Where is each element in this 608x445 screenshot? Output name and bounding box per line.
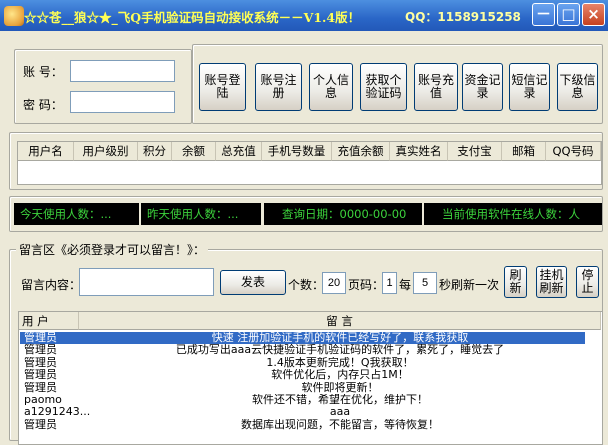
message-user: 管理员 xyxy=(24,418,57,431)
message-row[interactable]: 管理员 已成功写出aaa云快捷验证手机验证码的软件了，累死了，睡觉去了 xyxy=(20,344,585,356)
qq-contact: QQ：1158915258 xyxy=(405,10,521,24)
col-alipay[interactable]: 支付宝 xyxy=(448,142,502,161)
register-button[interactable]: 账号注 册 xyxy=(255,63,302,111)
col-email[interactable]: 邮箱 xyxy=(502,142,546,161)
message-user: 管理员 xyxy=(24,344,57,357)
message-row[interactable]: 管理员 数据库出现问题，不能留言，等待恢复！ xyxy=(20,419,585,431)
password-label: 密 码： xyxy=(23,98,63,112)
col-real-name[interactable]: 真实姓名 xyxy=(390,142,448,161)
message-text: 数据库出现问题，不能留言，等待恢复！ xyxy=(241,418,439,431)
account-input[interactable] xyxy=(70,60,175,82)
col-points[interactable]: 积分 xyxy=(138,142,172,161)
interval-input[interactable] xyxy=(413,272,437,294)
password-input[interactable] xyxy=(70,91,175,113)
page-input[interactable] xyxy=(382,272,397,294)
profile-button[interactable]: 个人信 息 xyxy=(309,63,353,111)
subordinate-info-button[interactable]: 下级信 息 xyxy=(557,63,598,111)
count-label: 个数： xyxy=(288,278,325,292)
message-text: 软件优化后，内存只占1M！ xyxy=(271,369,409,382)
query-date: 查询日期：0000-00-00 xyxy=(264,203,422,225)
app-icon[interactable] xyxy=(4,6,24,26)
today-users: 今天使用人数：... xyxy=(14,203,139,225)
content-label: 留言内容： xyxy=(21,278,82,292)
message-row[interactable]: 管理员 1.4版本更新完成！Q我获取！ xyxy=(20,357,585,369)
message-user: 管理员 xyxy=(24,381,57,394)
maximize-button[interactable]: □ xyxy=(557,3,580,26)
message-text: 已成功写出aaa云快捷验证手机验证码的软件了，累死了，睡觉去了 xyxy=(175,344,505,357)
message-user: 管理员 xyxy=(24,369,57,382)
message-row[interactable]: 管理员 快速 注册加验证手机的软件已经写好了，联系我获取 xyxy=(20,332,585,344)
message-row[interactable]: a1291243... aaa xyxy=(20,406,585,418)
every-label: 每 xyxy=(399,278,412,292)
recharge-button[interactable]: 账号充 值 xyxy=(414,63,458,111)
login-button[interactable]: 账号登 陆 xyxy=(199,63,246,111)
col-message-text[interactable]: 留 言 xyxy=(79,312,601,330)
col-total-recharge[interactable]: 总充值 xyxy=(216,142,262,161)
col-recharge-balance[interactable]: 充值余额 xyxy=(332,142,390,161)
minimize-button[interactable]: － xyxy=(532,3,555,26)
yesterday-users: 昨天使用人数：... xyxy=(141,203,261,225)
col-message-user[interactable]: 用 户 xyxy=(19,312,79,330)
message-text: 软件即将更新！ xyxy=(301,381,379,394)
stop-button[interactable]: 停 止 xyxy=(576,266,599,298)
get-code-button[interactable]: 获取个 验证码 xyxy=(360,63,407,111)
sms-record-button[interactable]: 短信记 录 xyxy=(509,63,550,111)
message-row[interactable]: 管理员 软件优化后，内存只占1M！ xyxy=(20,369,585,381)
col-balance[interactable]: 余额 xyxy=(172,142,216,161)
message-user: 管理员 xyxy=(24,356,57,369)
message-row[interactable]: 管理员 软件即将更新！ xyxy=(20,382,585,394)
close-button[interactable]: × xyxy=(582,3,605,26)
message-text: 快速 注册加验证手机的软件已经写好了，联系我获取 xyxy=(211,332,469,344)
refresh-suffix-label: 秒刷新一次 xyxy=(439,278,500,292)
message-content-input[interactable] xyxy=(79,268,214,296)
message-user: 管理员 xyxy=(24,332,57,344)
post-button[interactable]: 发表 xyxy=(220,270,286,295)
message-text: 软件还不错，希望在优化，维护下！ xyxy=(252,394,428,406)
col-qq[interactable]: QQ号码 xyxy=(546,142,601,161)
auto-refresh-button[interactable]: 挂机 刷新 xyxy=(536,266,567,298)
funds-record-button[interactable]: 资金记 录 xyxy=(462,63,503,111)
page-label: 页码： xyxy=(348,278,385,292)
account-label: 账 号： xyxy=(23,65,63,79)
message-row[interactable]: paomo 软件还不错，希望在优化，维护下！ xyxy=(20,394,585,406)
message-board-legend: 留言区《必须登录才可以留言！》： xyxy=(16,241,209,258)
refresh-button[interactable]: 刷 新 xyxy=(504,266,527,298)
message-text: aaa xyxy=(329,406,351,419)
message-text: 1.4版本更新完成！Q我获取！ xyxy=(266,356,414,369)
message-user: a1291243... xyxy=(24,406,91,419)
col-username[interactable]: 用户名 xyxy=(18,142,74,161)
message-user: paomo xyxy=(24,394,62,406)
col-user-level[interactable]: 用户级别 xyxy=(74,142,138,161)
online-users: 当前使用软件在线人数：人 xyxy=(424,203,602,225)
count-input[interactable] xyxy=(322,272,346,294)
col-phone-count[interactable]: 手机号数量 xyxy=(262,142,332,161)
window-title: ☆☆苍__狼☆★_飞Q手机验证码自动接收系统－－V1.4版！ xyxy=(24,10,361,25)
